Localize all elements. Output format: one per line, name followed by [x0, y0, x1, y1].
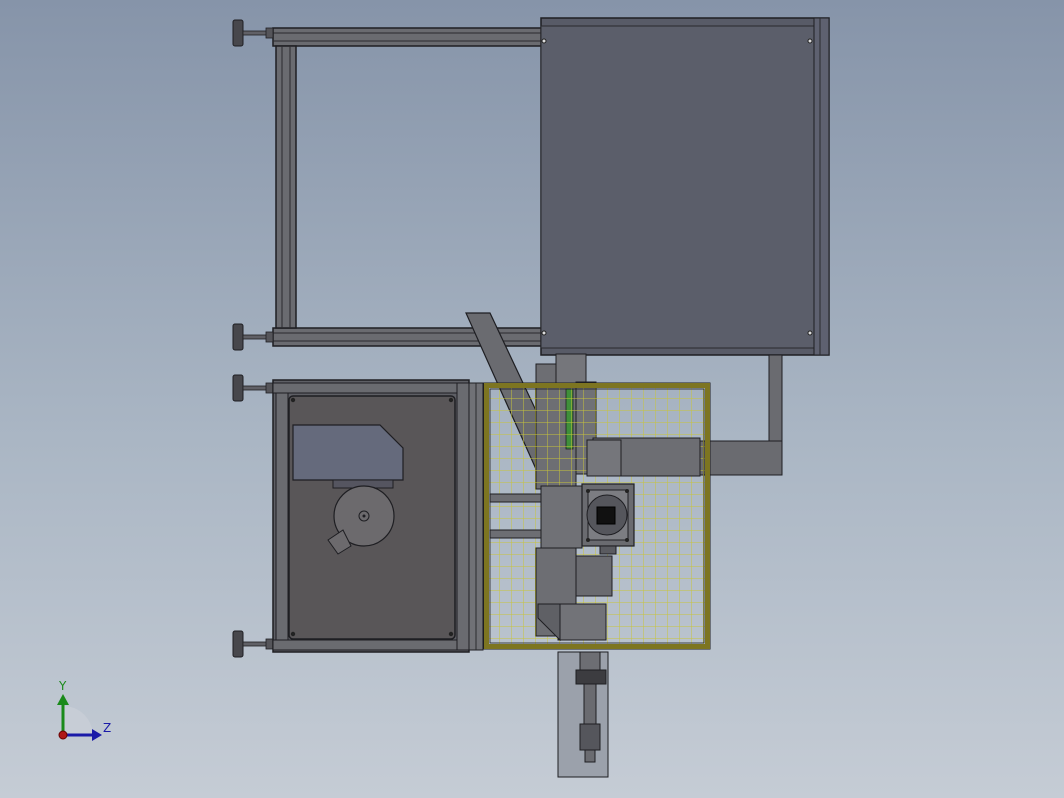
leveling-foot	[232, 630, 274, 658]
triad-y-label: Y	[59, 679, 67, 693]
leveling-foot	[232, 374, 274, 402]
clamp-block	[540, 483, 635, 555]
cable-duct	[699, 354, 783, 476]
leveling-foot	[232, 19, 274, 47]
pneumatic-cylinder	[557, 651, 609, 778]
leveling-foot	[232, 323, 274, 351]
lower-slide	[535, 547, 613, 642]
control-cabinet-panel	[540, 17, 830, 356]
upper-frame	[272, 27, 544, 347]
triad-z-label: Z	[103, 721, 112, 735]
graphics-viewport[interactable]: Y Z	[0, 0, 1064, 798]
model-view[interactable]	[0, 0, 1064, 798]
motor-housing	[292, 424, 404, 489]
